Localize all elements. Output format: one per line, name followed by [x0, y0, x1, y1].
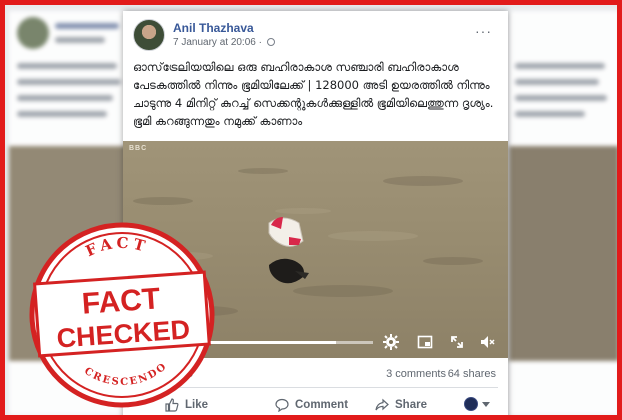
- background-text-line: [17, 63, 117, 69]
- comments-count[interactable]: 3 comments: [386, 368, 446, 380]
- background-text-line: [515, 79, 599, 85]
- timestamp-text: 7 January at 20:06 ·: [173, 37, 262, 48]
- chevron-down-icon: [482, 401, 490, 407]
- author-name[interactable]: Anil Thazhava: [173, 21, 254, 35]
- background-text-line: [515, 63, 605, 69]
- background-avatar: [17, 17, 49, 49]
- globe-icon: [266, 38, 275, 46]
- background-text-line: [17, 95, 113, 101]
- background-text-line: [17, 79, 121, 85]
- comment-label: Comment: [295, 399, 349, 411]
- share-button[interactable]: Share: [375, 398, 427, 412]
- background-text-line: [515, 95, 607, 101]
- background-meta-line: [55, 37, 105, 43]
- stamp-main-line1: FACT: [81, 282, 161, 320]
- parachute-shape: [268, 217, 304, 247]
- background-text-line: [17, 111, 107, 117]
- share-label: Share: [395, 399, 427, 411]
- background-text-line: [515, 111, 585, 117]
- bbc-watermark: BBC: [129, 145, 148, 152]
- canopy-shadow-shape: [269, 258, 309, 284]
- background-author-line: [55, 23, 119, 29]
- post-text: ഓസ്‌ട്രേലിയയിലെ ഒരു ബഹിരാകാശ സഞ്ചാരി ബഹി…: [133, 60, 494, 128]
- video-progress-bar[interactable]: [205, 341, 373, 344]
- more-options-icon[interactable]: ···: [475, 23, 492, 39]
- pip-icon[interactable]: [417, 334, 433, 350]
- background-video: [509, 146, 617, 361]
- audience-selector[interactable]: [464, 397, 490, 411]
- shares-count[interactable]: 64 shares: [448, 368, 496, 380]
- share-icon: [375, 398, 389, 412]
- author-avatar[interactable]: [133, 19, 165, 51]
- video-progress-fill: [205, 341, 337, 344]
- screenshot-frame: Anil Thazhava 7 January at 20:06 · ··· ഓ…: [0, 0, 622, 420]
- comment-icon: [275, 398, 289, 413]
- comment-button[interactable]: Comment: [275, 398, 349, 413]
- volume-icon[interactable]: [479, 334, 495, 350]
- fullscreen-icon[interactable]: [449, 334, 465, 350]
- settings-icon[interactable]: [383, 334, 399, 350]
- fact-checked-stamp: FACT CRESCENDO FACT CHECKED: [27, 220, 217, 410]
- post-timestamp[interactable]: 7 January at 20:06 ·: [173, 37, 275, 48]
- post-header: Anil Thazhava 7 January at 20:06 · ···: [133, 19, 500, 53]
- background-post-right: [509, 11, 617, 415]
- mini-avatar: [464, 397, 478, 411]
